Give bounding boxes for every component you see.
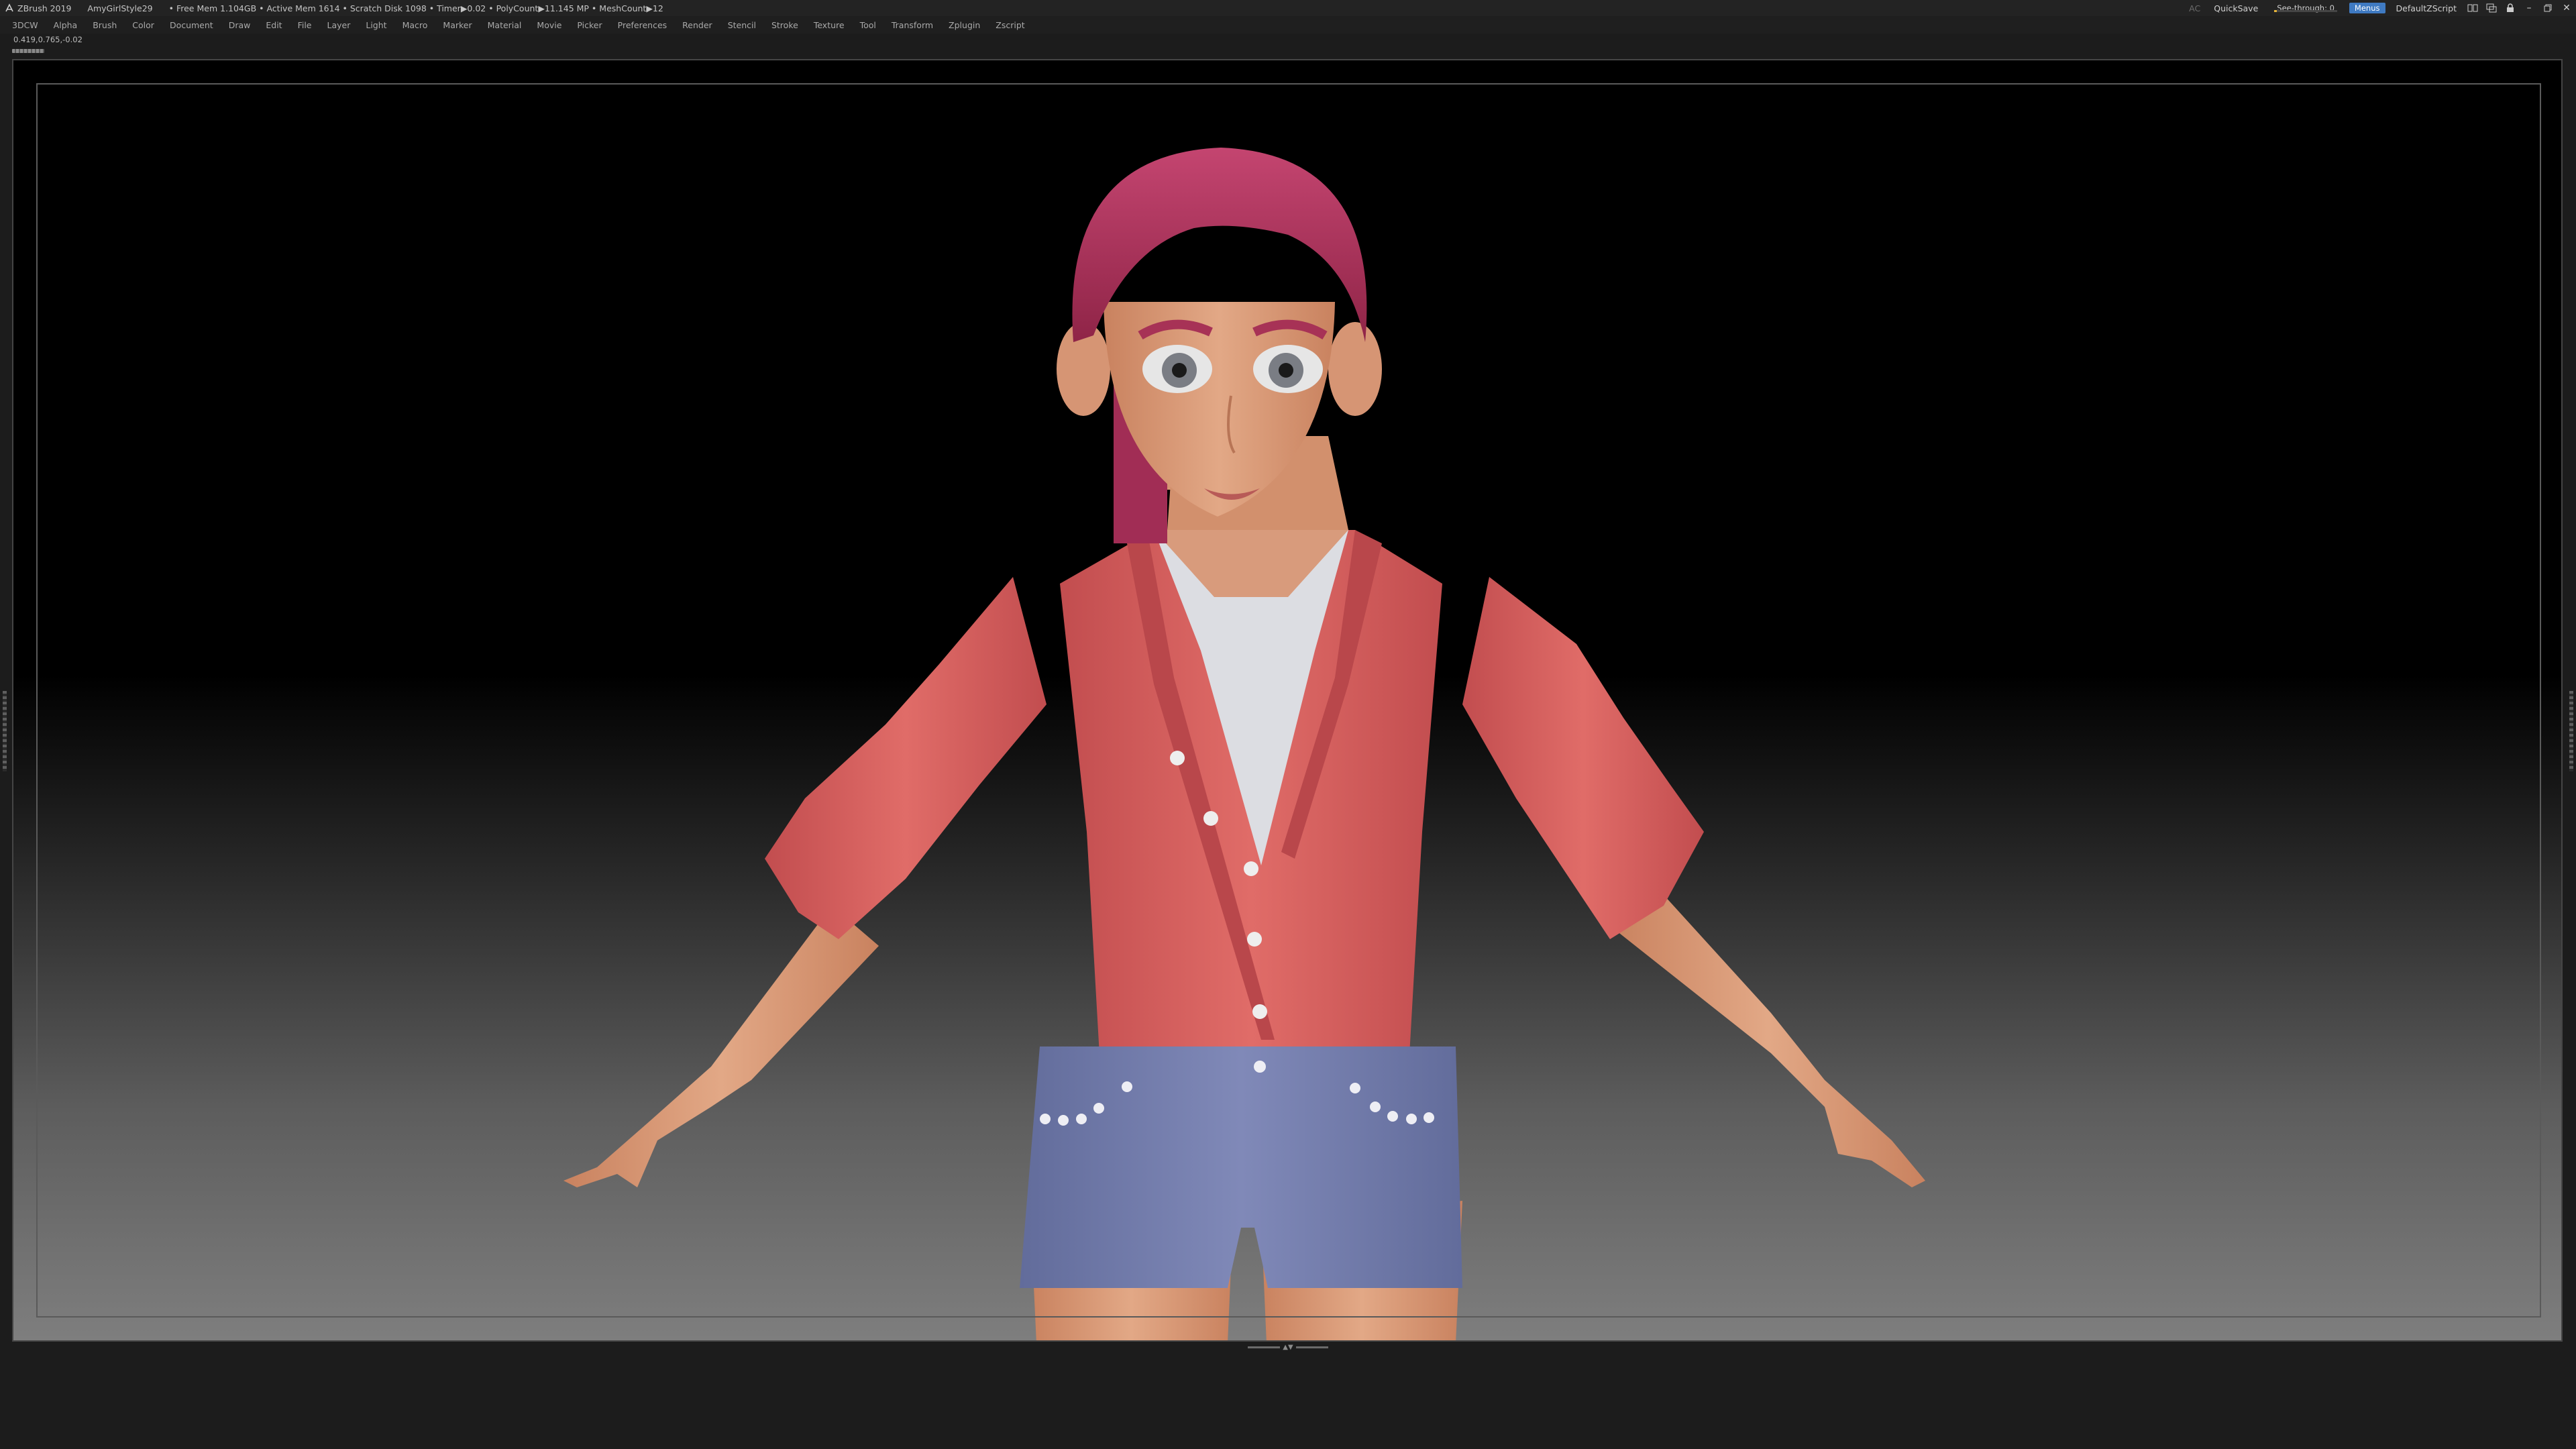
menu-edit[interactable]: Edit <box>266 20 282 30</box>
menu-material[interactable]: Material <box>488 20 522 30</box>
menu-render[interactable]: Render <box>682 20 712 30</box>
menu-tool[interactable]: Tool <box>860 20 876 30</box>
zbrush-logo-icon <box>5 3 13 12</box>
see-through-track <box>2274 10 2337 12</box>
shelf-scroll-handle[interactable] <box>12 49 44 53</box>
see-through-slider[interactable]: See-through: 0 <box>2274 3 2337 13</box>
coordinate-readout: 0.419,0.765,-0.02 <box>13 35 83 44</box>
title-bar: ZBrush 2019 AmyGirlStyle29 • Free Mem 1.… <box>0 0 2576 16</box>
menu-picker[interactable]: Picker <box>577 20 602 30</box>
ac-toggle[interactable]: AC <box>2189 3 2200 13</box>
sculpt-model[interactable] <box>13 60 2563 1342</box>
menu-file[interactable]: File <box>298 20 312 30</box>
menu-stencil[interactable]: Stencil <box>728 20 756 30</box>
menus-toggle-button[interactable]: Menus <box>2349 3 2385 13</box>
document-viewport[interactable] <box>12 59 2563 1342</box>
menu-document[interactable]: Document <box>170 20 213 30</box>
menu-macro[interactable]: Macro <box>402 20 428 30</box>
menu-stroke[interactable]: Stroke <box>771 20 798 30</box>
menu-light[interactable]: Light <box>366 20 386 30</box>
menu-color[interactable]: Color <box>132 20 154 30</box>
menu-3dcw[interactable]: 3DCW <box>12 20 38 30</box>
right-tray-handle[interactable] <box>2569 691 2573 771</box>
menu-layer[interactable]: Layer <box>327 20 351 30</box>
menu-texture[interactable]: Texture <box>814 20 845 30</box>
menu-transform[interactable]: Transform <box>892 20 933 30</box>
menu-brush[interactable]: Brush <box>93 20 117 30</box>
document-title: AmyGirlStyle29 <box>87 3 153 13</box>
main-menu-bar: 3DCW Alpha Brush Color Document Draw Edi… <box>0 16 2576 34</box>
titlebar-right: AC QuickSave See-through: 0 Menus Defaul… <box>2182 0 2576 16</box>
shorts <box>1020 1046 1462 1288</box>
maximize-icon[interactable] <box>2538 0 2557 16</box>
left-tray-handle[interactable] <box>3 691 7 771</box>
menu-marker[interactable]: Marker <box>443 20 472 30</box>
menu-preferences[interactable]: Preferences <box>618 20 667 30</box>
lock-icon[interactable] <box>2501 0 2520 16</box>
bottom-tray-handle[interactable]: ▲▼ <box>1245 1343 1331 1351</box>
quicksave-button[interactable]: QuickSave <box>2214 3 2258 13</box>
see-through-fill <box>2274 10 2277 12</box>
menu-movie[interactable]: Movie <box>537 20 561 30</box>
menu-zplugin[interactable]: Zplugin <box>949 20 980 30</box>
layout-icon[interactable] <box>2463 0 2482 16</box>
memory-stats: • Free Mem 1.104GB • Active Mem 1614 • S… <box>168 3 663 13</box>
menu-draw[interactable]: Draw <box>229 20 251 30</box>
tray-arrows-icon: ▲▼ <box>1283 1343 1293 1351</box>
close-icon[interactable]: ✕ <box>2557 0 2576 16</box>
palette-icon[interactable] <box>2482 0 2501 16</box>
app-title: ZBrush 2019 <box>17 3 72 13</box>
menu-zscript[interactable]: Zscript <box>996 20 1024 30</box>
minimize-icon[interactable]: – <box>2520 0 2538 16</box>
default-zscript-button[interactable]: DefaultZScript <box>2396 3 2457 13</box>
menu-alpha[interactable]: Alpha <box>54 20 78 30</box>
